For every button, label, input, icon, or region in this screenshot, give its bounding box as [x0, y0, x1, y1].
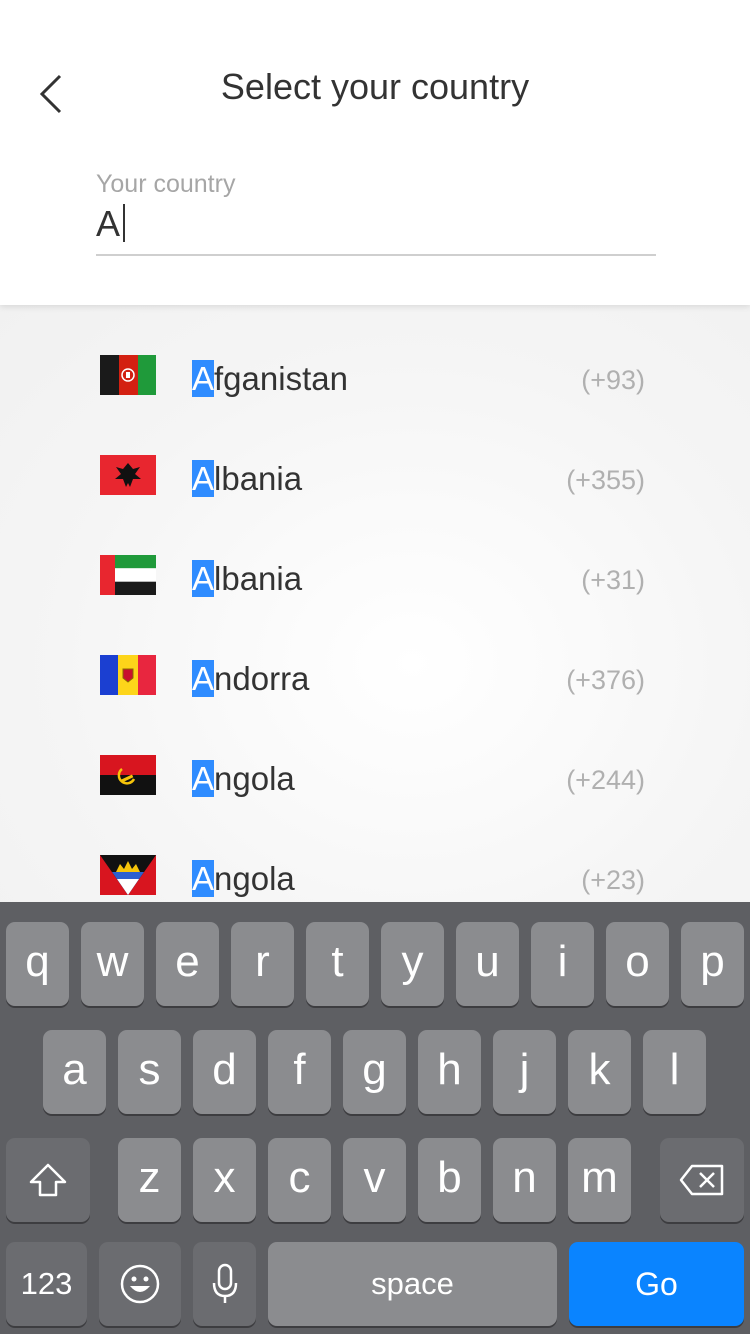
numbers-key[interactable]: 123 — [6, 1242, 87, 1326]
country-name-rest: lbania — [214, 560, 303, 597]
key-c[interactable]: c — [268, 1138, 331, 1222]
key-t[interactable]: t — [306, 922, 369, 1006]
key-g[interactable]: g — [343, 1030, 406, 1114]
microphone-icon — [212, 1263, 237, 1303]
dial-code: (+244) — [566, 765, 645, 795]
country-search-input[interactable]: A — [96, 200, 656, 256]
andorra-flag-icon — [100, 655, 156, 695]
microphone-key[interactable] — [193, 1242, 256, 1326]
country-name: Afganistan — [192, 359, 348, 399]
key-y[interactable]: y — [381, 922, 444, 1006]
country-row[interactable]: Andorra (+376) — [0, 605, 750, 705]
country-row[interactable]: Angola (+244) — [0, 705, 750, 805]
antigua-flag-icon — [100, 855, 156, 895]
key-v[interactable]: v — [343, 1138, 406, 1222]
key-w[interactable]: w — [81, 922, 144, 1006]
key-m[interactable]: m — [568, 1138, 631, 1222]
key-q[interactable]: q — [6, 922, 69, 1006]
key-x[interactable]: x — [193, 1138, 256, 1222]
key-j[interactable]: j — [493, 1030, 556, 1114]
country-search-value: A — [96, 203, 121, 244]
emoji-icon — [120, 1264, 160, 1304]
key-s[interactable]: s — [118, 1030, 181, 1114]
go-key[interactable]: Go — [569, 1242, 744, 1326]
match-highlight: A — [192, 560, 215, 597]
match-highlight: A — [192, 360, 215, 397]
dial-code: (+31) — [581, 565, 645, 595]
match-highlight: A — [192, 860, 215, 897]
page-title: Select your country — [220, 66, 530, 107]
country-name: Albania — [192, 459, 302, 499]
emoji-key[interactable] — [99, 1242, 181, 1326]
key-f[interactable]: f — [268, 1030, 331, 1114]
country-name-rest: ndorra — [214, 660, 310, 697]
angola-flag-icon — [100, 755, 156, 795]
country-name-rest: fganistan — [214, 360, 348, 397]
dial-code: (+23) — [581, 865, 645, 895]
key-i[interactable]: i — [531, 922, 594, 1006]
country-name: Andorra — [192, 659, 309, 699]
key-n[interactable]: n — [493, 1138, 556, 1222]
country-field-label: Your country — [96, 170, 236, 198]
country-name: Albania — [192, 559, 302, 599]
match-highlight: A — [192, 460, 215, 497]
country-row[interactable]: Albania (+31) — [0, 505, 750, 605]
country-row[interactable]: Albania (+355) — [0, 405, 750, 505]
key-l[interactable]: l — [643, 1030, 706, 1114]
country-row[interactable]: Afganistan (+93) — [0, 305, 750, 405]
space-key[interactable]: space — [268, 1242, 557, 1326]
key-z[interactable]: z — [118, 1138, 181, 1222]
match-highlight: A — [192, 660, 215, 697]
backspace-icon — [679, 1164, 724, 1196]
dial-code: (+93) — [581, 365, 645, 395]
country-list[interactable]: Afganistan (+93) Albania (+355) Albania … — [0, 305, 750, 902]
key-a[interactable]: a — [43, 1030, 106, 1114]
key-d[interactable]: d — [193, 1030, 256, 1114]
country-name-rest: ngola — [214, 760, 295, 797]
header: Select your country Your country A — [0, 0, 750, 305]
country-name-rest: lbania — [214, 460, 303, 497]
country-name: Angola — [192, 859, 295, 899]
match-highlight: A — [192, 760, 215, 797]
text-caret — [123, 204, 126, 242]
uae-flag-icon — [100, 555, 156, 595]
key-e[interactable]: e — [156, 922, 219, 1006]
delete-key[interactable] — [660, 1138, 744, 1222]
key-r[interactable]: r — [231, 922, 294, 1006]
key-o[interactable]: o — [606, 922, 669, 1006]
key-b[interactable]: b — [418, 1138, 481, 1222]
afghanistan-flag-icon — [100, 355, 156, 395]
key-u[interactable]: u — [456, 922, 519, 1006]
albania-flag-icon — [100, 455, 156, 495]
country-row[interactable]: Angola (+23) — [0, 805, 750, 902]
key-p[interactable]: p — [681, 922, 744, 1006]
country-name-rest: ngola — [214, 860, 295, 897]
keyboard: q w e r t y u i o p a s d f g h j k l z … — [0, 902, 750, 1334]
shift-icon — [29, 1163, 67, 1197]
shift-key[interactable] — [6, 1138, 90, 1222]
dial-code: (+355) — [566, 465, 645, 495]
country-name: Angola — [192, 759, 295, 799]
dial-code: (+376) — [566, 665, 645, 695]
key-k[interactable]: k — [568, 1030, 631, 1114]
key-h[interactable]: h — [418, 1030, 481, 1114]
